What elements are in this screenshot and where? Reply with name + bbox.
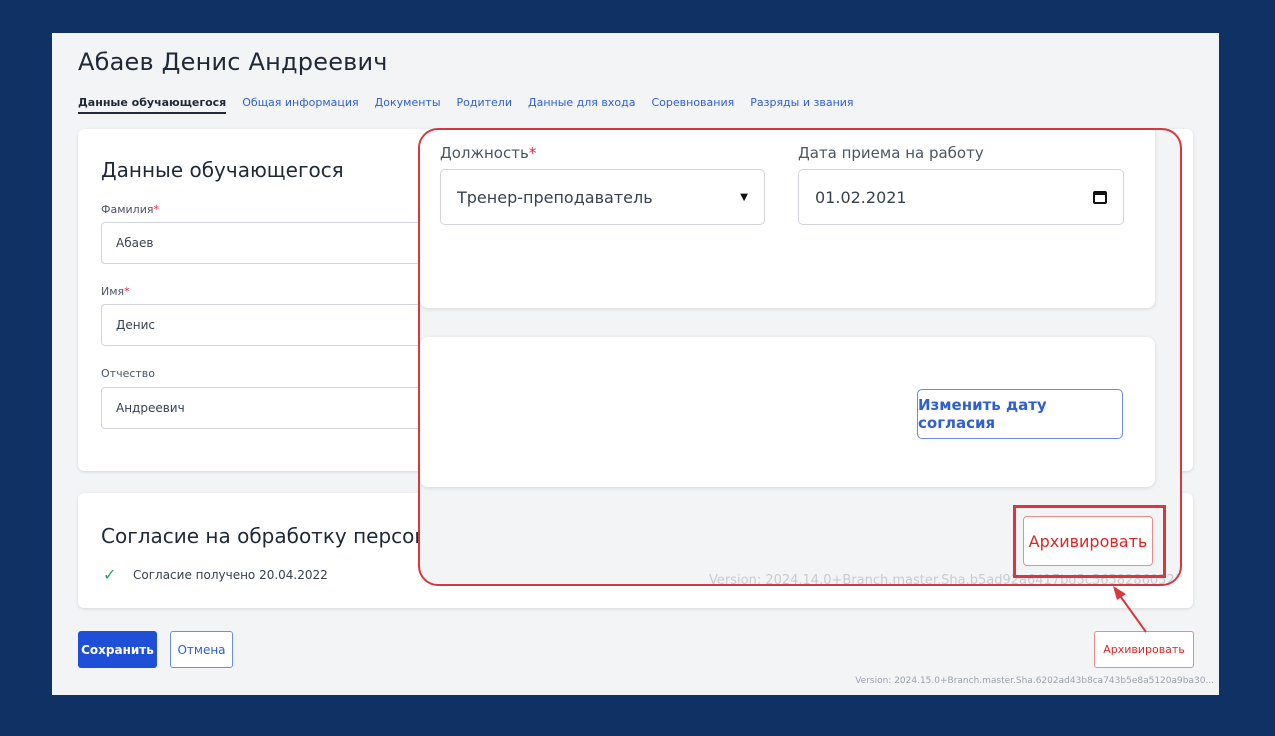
tab-login-data[interactable]: Данные для входа — [528, 96, 636, 114]
cancel-button[interactable]: Отмена — [170, 631, 233, 668]
consent-status: ✓ Согласие получено 20.04.2022 — [103, 565, 328, 584]
tab-student-data[interactable]: Данные обучающегося — [78, 96, 227, 114]
surname-input[interactable]: Абаев — [101, 222, 431, 264]
tab-ranks[interactable]: Разряды и звания — [750, 96, 853, 114]
student-data-heading: Данные обучающегося — [101, 158, 344, 182]
checkmark-icon: ✓ — [103, 565, 117, 584]
archive-button-zoomed[interactable]: Архивировать — [1023, 516, 1153, 566]
save-button[interactable]: Сохранить — [78, 631, 157, 668]
tab-general-info[interactable]: Общая информация — [242, 96, 358, 114]
chevron-down-icon: ▼ — [740, 191, 748, 203]
patronymic-input[interactable]: Андреевич — [101, 387, 431, 429]
version-text: Version: 2024.15.0+Branch.master.Sha.620… — [855, 676, 1214, 686]
change-consent-date-button[interactable]: Изменить дату согласия — [917, 389, 1123, 439]
tab-bar: Данные обучающегося Общая информация Док… — [78, 96, 870, 114]
hire-date-input[interactable]: 01.02.2021 — [798, 169, 1124, 225]
tab-parents[interactable]: Родители — [457, 96, 512, 114]
calendar-icon[interactable] — [1093, 190, 1107, 204]
hire-date-label: Дата приема на работу — [798, 144, 984, 162]
name-input[interactable]: Денис — [101, 304, 431, 346]
tab-competitions[interactable]: Соревнования — [651, 96, 734, 114]
position-select[interactable]: Тренер-преподаватель ▼ — [440, 169, 765, 225]
patronymic-label: Отчество — [101, 367, 156, 380]
archive-button[interactable]: Архивировать — [1094, 631, 1194, 668]
position-label: Должность* — [440, 144, 537, 162]
tab-documents[interactable]: Документы — [375, 96, 441, 114]
consent-heading: Согласие на обработку персонал — [101, 524, 453, 548]
name-label: Имя* — [101, 285, 130, 298]
page-title: Абаев Денис Андреевич — [78, 48, 388, 76]
surname-label: Фамилия* — [101, 203, 159, 216]
